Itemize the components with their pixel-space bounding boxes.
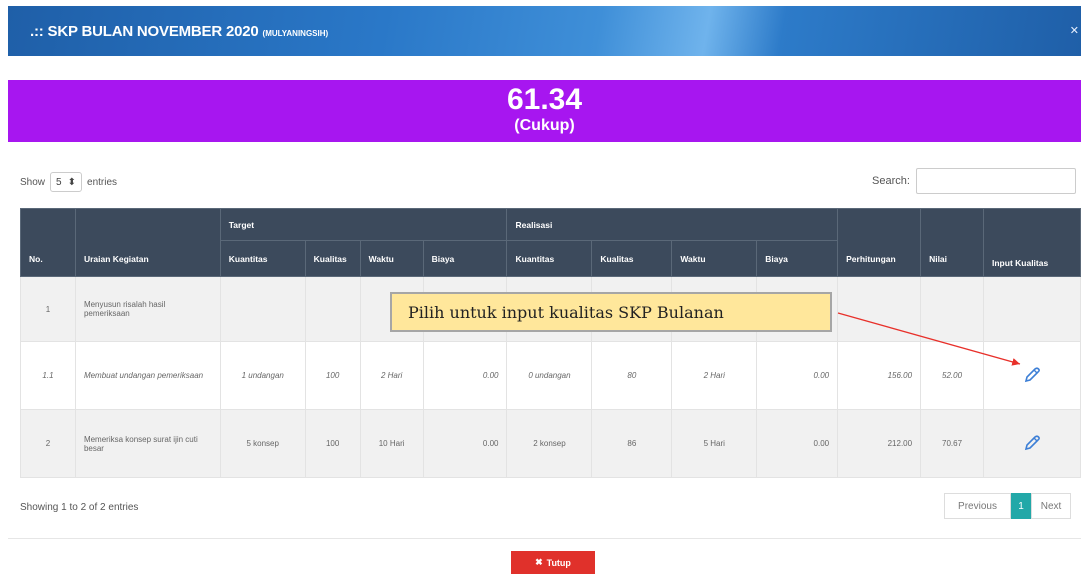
header-realisasi: Realisasi xyxy=(506,208,839,241)
sort-arrows-icon: ⬍ xyxy=(67,176,77,188)
modal-title: .:: SKP BULAN NOVEMBER 2020 xyxy=(30,22,259,40)
header-uraian[interactable]: Uraian Kegiatan xyxy=(74,208,221,277)
search-control: Search: xyxy=(872,168,1076,194)
cell-realisasi-biaya: 0.00 xyxy=(756,409,839,478)
score-value: 61.34 xyxy=(506,83,583,116)
header-target-kuantitas[interactable]: Kuantitas xyxy=(219,240,306,277)
cell-perhitungan: 156.00 xyxy=(837,341,922,410)
x-icon: ✖ xyxy=(535,557,543,567)
pagination: Previous 1 Next xyxy=(944,493,1071,519)
cell-realisasi-waktu: 2 Hari xyxy=(671,341,758,410)
search-input[interactable] xyxy=(915,168,1076,194)
cell-target-kuantitas xyxy=(219,276,306,342)
header-realisasi-biaya[interactable]: Biaya xyxy=(756,240,839,277)
skp-table: No. Uraian Kegiatan Target Realisasi Per… xyxy=(20,208,1081,478)
entries-select[interactable]: 5 ⬍ xyxy=(50,172,83,192)
cell-realisasi-waktu: 5 Hari xyxy=(671,409,758,478)
cell-realisasi-kuantitas: 0 undangan xyxy=(506,341,593,410)
search-label: Search: xyxy=(872,175,910,187)
header-no[interactable]: No. xyxy=(20,208,76,277)
table-row: 1.1 Membuat undangan pemeriksaan 1 undan… xyxy=(20,341,1081,410)
cell-realisasi-kuantitas: 2 konsep xyxy=(506,409,593,478)
modal-subtitle: (MULYANINGSIH) xyxy=(262,28,329,38)
cell-target-kuantitas: 1 undangan xyxy=(219,341,306,410)
cell-input xyxy=(983,341,1081,410)
modal-header: .:: SKP BULAN NOVEMBER 2020 (MULYANINGSI… xyxy=(8,6,1081,56)
cell-uraian: Menyusun risalah hasil pemeriksaan xyxy=(74,276,221,342)
close-icon[interactable]: ✕ xyxy=(1070,24,1079,37)
pencil-icon[interactable] xyxy=(1022,365,1042,387)
header-input-kualitas[interactable]: Input Kualitas xyxy=(983,208,1081,277)
previous-button[interactable]: Previous xyxy=(944,493,1011,519)
length-control: Show 5 ⬍ entries xyxy=(20,172,117,192)
cell-target-kualitas xyxy=(304,276,361,342)
header-realisasi-kuantitas[interactable]: Kuantitas xyxy=(506,240,593,277)
table-row: 2 Memeriksa konsep surat ijin cuti besar… xyxy=(20,409,1081,478)
tutup-label: Tutup xyxy=(546,557,571,568)
entries-select-value: 5 xyxy=(56,176,62,188)
header-nilai[interactable]: Nilai xyxy=(920,208,984,277)
cell-target-biaya: 0.00 xyxy=(422,409,508,478)
header-realisasi-waktu[interactable]: Waktu xyxy=(671,240,758,277)
header-target-biaya[interactable]: Biaya xyxy=(422,240,508,277)
cell-target-kualitas: 100 xyxy=(304,409,361,478)
header-realisasi-kualitas[interactable]: Kualitas xyxy=(591,240,673,277)
header-perhitungan[interactable]: Perhitungan xyxy=(837,208,922,277)
cell-no: 2 xyxy=(20,409,76,478)
score-banner: 61.34 (Cukup) xyxy=(8,80,1081,142)
page-1-button[interactable]: 1 xyxy=(1011,493,1031,519)
header-target-kualitas[interactable]: Kualitas xyxy=(304,240,361,277)
header-target: Target xyxy=(219,208,508,241)
entries-label: entries xyxy=(87,176,118,188)
show-label: Show xyxy=(20,176,46,188)
cell-input xyxy=(983,276,1081,342)
cell-nilai: 52.00 xyxy=(920,341,984,410)
cell-target-biaya: 0.00 xyxy=(422,341,508,410)
cell-input xyxy=(983,409,1081,478)
cell-no: 1.1 xyxy=(20,341,76,410)
cell-realisasi-kualitas: 86 xyxy=(591,409,673,478)
cell-perhitungan: 212.00 xyxy=(837,409,922,478)
cell-target-waktu: 10 Hari xyxy=(359,409,424,478)
divider xyxy=(8,538,1081,539)
cell-target-waktu: 2 Hari xyxy=(359,341,424,410)
header-target-waktu[interactable]: Waktu xyxy=(359,240,424,277)
annotation-callout: Pilih untuk input kualitas SKP Bulanan xyxy=(390,292,832,332)
cell-target-kuantitas: 5 konsep xyxy=(219,409,306,478)
cell-uraian: Membuat undangan pemeriksaan xyxy=(74,341,221,410)
cell-nilai xyxy=(920,276,984,342)
cell-target-kualitas: 100 xyxy=(304,341,361,410)
pencil-icon[interactable] xyxy=(1022,433,1042,455)
cell-realisasi-biaya: 0.00 xyxy=(756,341,839,410)
cell-uraian: Memeriksa konsep surat ijin cuti besar xyxy=(74,409,221,478)
next-button[interactable]: Next xyxy=(1031,493,1071,519)
cell-nilai: 70.67 xyxy=(920,409,984,478)
tutup-button[interactable]: ✖ Tutup xyxy=(511,551,595,574)
cell-realisasi-kualitas: 80 xyxy=(591,341,673,410)
score-category: (Cukup) xyxy=(514,117,575,134)
cell-no: 1 xyxy=(20,276,76,342)
cell-perhitungan xyxy=(837,276,922,342)
table-info: Showing 1 to 2 of 2 entries xyxy=(20,502,139,513)
